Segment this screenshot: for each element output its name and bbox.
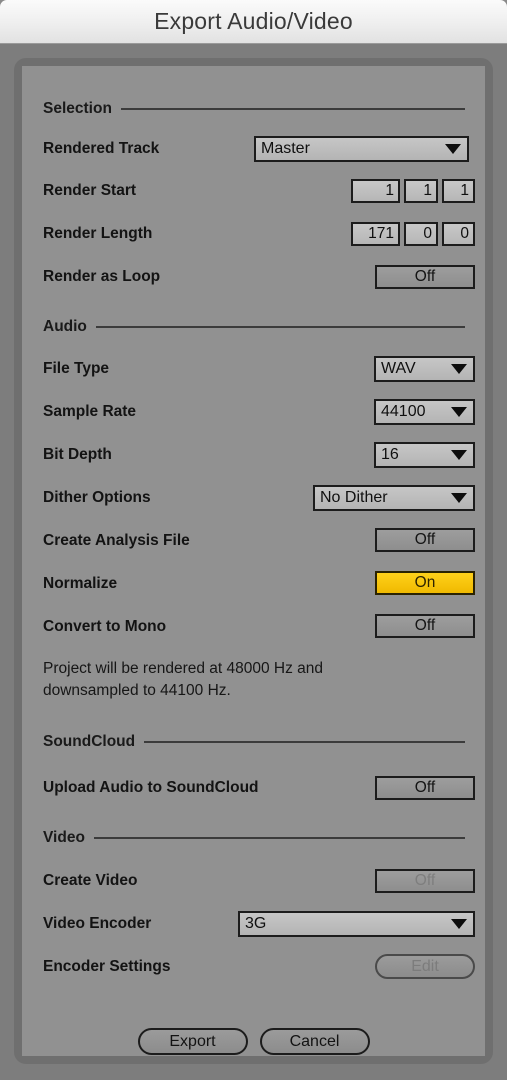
normalize-value: On: [414, 574, 436, 591]
render-start-bars-field[interactable]: 1: [351, 179, 400, 203]
dither-options-dropdown[interactable]: No Dither: [313, 485, 475, 511]
render-length-sixteenths-value: 0: [460, 225, 469, 242]
section-header-audio: Audio: [43, 318, 465, 336]
render-start-sixteenths-field[interactable]: 1: [442, 179, 475, 203]
create-analysis-file-value: Off: [414, 531, 436, 548]
sample-rate-dropdown[interactable]: 44100: [374, 399, 475, 425]
dialog-body: Selection Rendered Track Master Render S…: [0, 44, 507, 1080]
settings-panel: Selection Rendered Track Master Render S…: [22, 66, 485, 1056]
file-type-value: WAV: [381, 361, 416, 377]
encoder-settings-edit-label: Edit: [411, 957, 439, 975]
export-button-label: Export: [169, 1032, 216, 1050]
section-rule: [120, 108, 465, 110]
render-length-bars-field[interactable]: 171: [351, 222, 400, 246]
render-length-bars-value: 171: [368, 225, 394, 242]
convert-to-mono-value: Off: [414, 617, 436, 634]
section-title-selection: Selection: [43, 100, 112, 117]
create-video-toggle[interactable]: Off: [375, 869, 475, 893]
sample-rate-value: 44100: [381, 404, 426, 420]
section-rule: [93, 837, 465, 839]
export-button[interactable]: Export: [137, 1028, 248, 1055]
label-render-length: Render Length: [43, 225, 153, 242]
cancel-button[interactable]: Cancel: [259, 1028, 370, 1055]
section-title-soundcloud: SoundCloud: [43, 733, 136, 750]
label-dither-options: Dither Options: [43, 489, 151, 506]
video-encoder-dropdown[interactable]: 3G: [238, 911, 475, 937]
section-rule: [144, 741, 465, 743]
section-title-video: Video: [43, 829, 85, 846]
normalize-toggle[interactable]: On: [375, 571, 475, 595]
rendered-track-dropdown[interactable]: Master: [254, 136, 469, 162]
label-rendered-track: Rendered Track: [43, 140, 160, 157]
chevron-down-icon: [451, 450, 467, 460]
render-rate-note: Project will be rendered at 48000 Hz and…: [43, 658, 463, 702]
label-create-video: Create Video: [43, 872, 138, 889]
title-bar: Export Audio/Video: [0, 0, 507, 44]
label-bit-depth: Bit Depth: [43, 446, 112, 463]
section-header-soundcloud: SoundCloud: [43, 733, 465, 751]
label-convert-to-mono: Convert to Mono: [43, 618, 167, 635]
label-upload-audio-soundcloud: Upload Audio to SoundCloud: [43, 779, 259, 796]
bit-depth-dropdown[interactable]: 16: [374, 442, 475, 468]
encoder-settings-edit-button[interactable]: Edit: [375, 954, 475, 979]
video-encoder-value: 3G: [245, 916, 267, 932]
render-start-sixteenths-value: 1: [460, 182, 469, 199]
bit-depth-value: 16: [381, 447, 399, 463]
dither-options-value: No Dither: [320, 490, 388, 506]
label-file-type: File Type: [43, 360, 110, 377]
section-rule: [95, 326, 465, 328]
label-create-analysis-file: Create Analysis File: [43, 532, 190, 549]
label-render-as-loop: Render as Loop: [43, 268, 161, 285]
file-type-dropdown[interactable]: WAV: [374, 356, 475, 382]
chevron-down-icon: [451, 364, 467, 374]
render-start-beats-field[interactable]: 1: [404, 179, 438, 203]
window-title: Export Audio/Video: [154, 8, 353, 34]
section-header-video: Video: [43, 829, 465, 847]
label-sample-rate: Sample Rate: [43, 403, 137, 420]
convert-to-mono-toggle[interactable]: Off: [375, 614, 475, 638]
upload-audio-soundcloud-toggle[interactable]: Off: [375, 776, 475, 800]
label-video-encoder: Video Encoder: [43, 915, 152, 932]
upload-audio-soundcloud-value: Off: [414, 779, 436, 796]
rendered-track-value: Master: [261, 141, 310, 157]
chevron-down-icon: [451, 407, 467, 417]
chevron-down-icon: [445, 144, 461, 154]
render-length-beats-field[interactable]: 0: [404, 222, 438, 246]
label-render-start: Render Start: [43, 182, 137, 199]
chevron-down-icon: [451, 919, 467, 929]
create-analysis-file-toggle[interactable]: Off: [375, 528, 475, 552]
render-rate-note-line1: Project will be rendered at 48000 Hz and: [43, 660, 324, 677]
cancel-button-label: Cancel: [289, 1032, 340, 1050]
dialog-frame: Selection Rendered Track Master Render S…: [14, 58, 493, 1064]
label-normalize: Normalize: [43, 575, 118, 592]
render-length-sixteenths-field[interactable]: 0: [442, 222, 475, 246]
render-as-loop-toggle[interactable]: Off: [375, 265, 475, 289]
export-dialog-window: Export Audio/Video Selection Rendered Tr…: [0, 0, 507, 1080]
render-length-beats-value: 0: [423, 225, 432, 242]
render-start-beats-value: 1: [423, 182, 432, 199]
chevron-down-icon: [451, 493, 467, 503]
section-header-selection: Selection: [43, 100, 465, 118]
section-title-audio: Audio: [43, 318, 87, 335]
label-encoder-settings: Encoder Settings: [43, 958, 171, 975]
render-as-loop-value: Off: [414, 268, 436, 285]
create-video-value: Off: [414, 872, 436, 889]
render-rate-note-line2: downsampled to 44100 Hz.: [43, 682, 231, 699]
dialog-footer: Export Cancel: [22, 1028, 485, 1055]
render-start-bars-value: 1: [385, 182, 394, 199]
